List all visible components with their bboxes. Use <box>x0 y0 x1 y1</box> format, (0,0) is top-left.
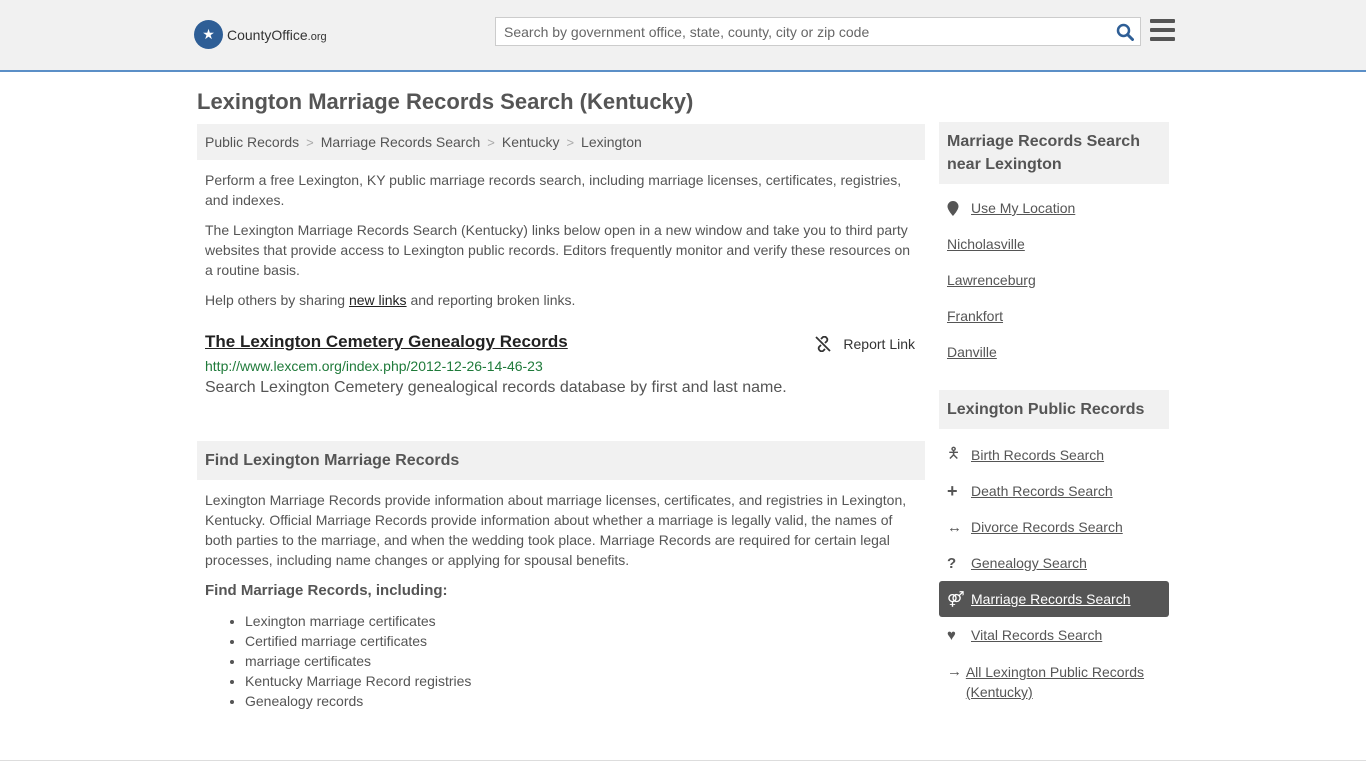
nearby-link-lawrenceburg[interactable]: Lawrenceburg <box>939 262 1169 298</box>
birth-records-link[interactable]: 🯅 Birth Records Search <box>939 437 1169 473</box>
list-item: Genealogy records <box>245 691 925 711</box>
logo-eagle-icon: ★ <box>194 20 223 49</box>
death-records-link[interactable]: + Death Records Search <box>939 473 1169 509</box>
cross-icon: + <box>947 480 958 501</box>
report-link-label: Report Link <box>843 336 915 352</box>
sidebar: Marriage Records Search near Lexington U… <box>939 122 1169 711</box>
breadcrumb-lexington[interactable]: Lexington <box>581 134 642 150</box>
hamburger-menu-button[interactable] <box>1150 19 1175 41</box>
venus-mars-icon: ⚤ <box>947 591 965 608</box>
map-marker-icon <box>947 200 971 216</box>
intro-paragraph: Perform a free Lexington, KY public marr… <box>205 172 902 208</box>
nearby-link-danville[interactable]: Danville <box>939 334 1169 370</box>
breadcrumb: Public Records > Marriage Records Search… <box>197 124 925 160</box>
share-paragraph: Help others by sharing new links and rep… <box>205 292 576 308</box>
list-item: Lexington marriage certificates <box>245 611 925 631</box>
marriage-records-link[interactable]: ⚤ Marriage Records Search <box>939 581 1169 617</box>
arrow-right-icon: → <box>947 663 962 680</box>
nearby-link-frankfort[interactable]: Frankfort <box>939 298 1169 334</box>
search-icon <box>1116 23 1134 41</box>
result-title-link[interactable]: The Lexington Cemetery Genealogy Records <box>205 332 917 352</box>
heartbeat-icon: ♥ <box>947 626 956 644</box>
disclaimer-paragraph: The Lexington Marriage Records Search (K… <box>205 222 911 278</box>
genealogy-link[interactable]: ? Genealogy Search <box>939 545 1169 581</box>
logo-suffix: .org <box>307 30 327 43</box>
menu-bar-icon <box>1150 28 1175 32</box>
divorce-records-link[interactable]: ↔ Divorce Records Search <box>939 509 1169 545</box>
report-link-button[interactable]: Report Link <box>815 336 915 352</box>
breadcrumb-marriage-records[interactable]: Marriage Records Search <box>321 134 481 150</box>
breadcrumb-separator: > <box>306 134 314 150</box>
result-description: Search Lexington Cemetery genealogical r… <box>205 379 787 396</box>
site-header: ★ CountyOffice.org <box>0 0 1366 72</box>
list-item: Certified marriage certificates <box>245 631 925 651</box>
result-item: The Lexington Cemetery Genealogy Records… <box>197 332 925 397</box>
arrows-icon: ↔ <box>947 518 962 536</box>
list-item: Kentucky Marriage Record registries <box>245 671 925 691</box>
broken-link-icon <box>815 336 832 352</box>
menu-bar-icon <box>1150 19 1175 23</box>
list-item: marriage certificates <box>245 651 925 671</box>
find-section-heading: Find Lexington Marriage Records <box>197 441 925 480</box>
breadcrumb-public-records[interactable]: Public Records <box>205 134 299 150</box>
record-types-list: Lexington marriage certificates Certifie… <box>197 611 925 711</box>
breadcrumb-kentucky[interactable]: Kentucky <box>502 134 560 150</box>
site-logo[interactable]: ★ CountyOffice.org <box>194 20 327 49</box>
page-title: Lexington Marriage Records Search (Kentu… <box>197 89 694 114</box>
logo-text: CountyOffice <box>227 26 308 43</box>
new-links-link[interactable]: new links <box>349 292 407 308</box>
all-records-link[interactable]: → All Lexington Public Records (Kentucky… <box>939 653 1169 711</box>
search-bar <box>495 17 1141 46</box>
find-section-body: Lexington Marriage Records provide infor… <box>205 492 907 568</box>
main-content: Public Records > Marriage Records Search… <box>197 124 925 711</box>
menu-bar-icon <box>1150 37 1175 41</box>
search-button[interactable] <box>1110 18 1140 45</box>
question-icon: ? <box>947 554 957 572</box>
use-my-location-link[interactable]: Use My Location <box>939 190 1169 226</box>
vital-records-link[interactable]: ♥ Vital Records Search <box>939 617 1169 653</box>
footer-divider <box>0 760 1366 761</box>
search-input[interactable] <box>496 18 1110 45</box>
child-icon: 🯅 <box>947 444 961 462</box>
find-subheading: Find Marriage Records, including: <box>205 582 448 599</box>
public-records-heading: Lexington Public Records <box>939 390 1169 429</box>
nearby-link-nicholasville[interactable]: Nicholasville <box>939 226 1169 262</box>
breadcrumb-separator: > <box>566 134 575 150</box>
result-url: http://www.lexcem.org/index.php/2012-12-… <box>205 358 543 374</box>
breadcrumb-separator: > <box>487 134 495 150</box>
nearby-heading: Marriage Records Search near Lexington <box>939 122 1169 184</box>
